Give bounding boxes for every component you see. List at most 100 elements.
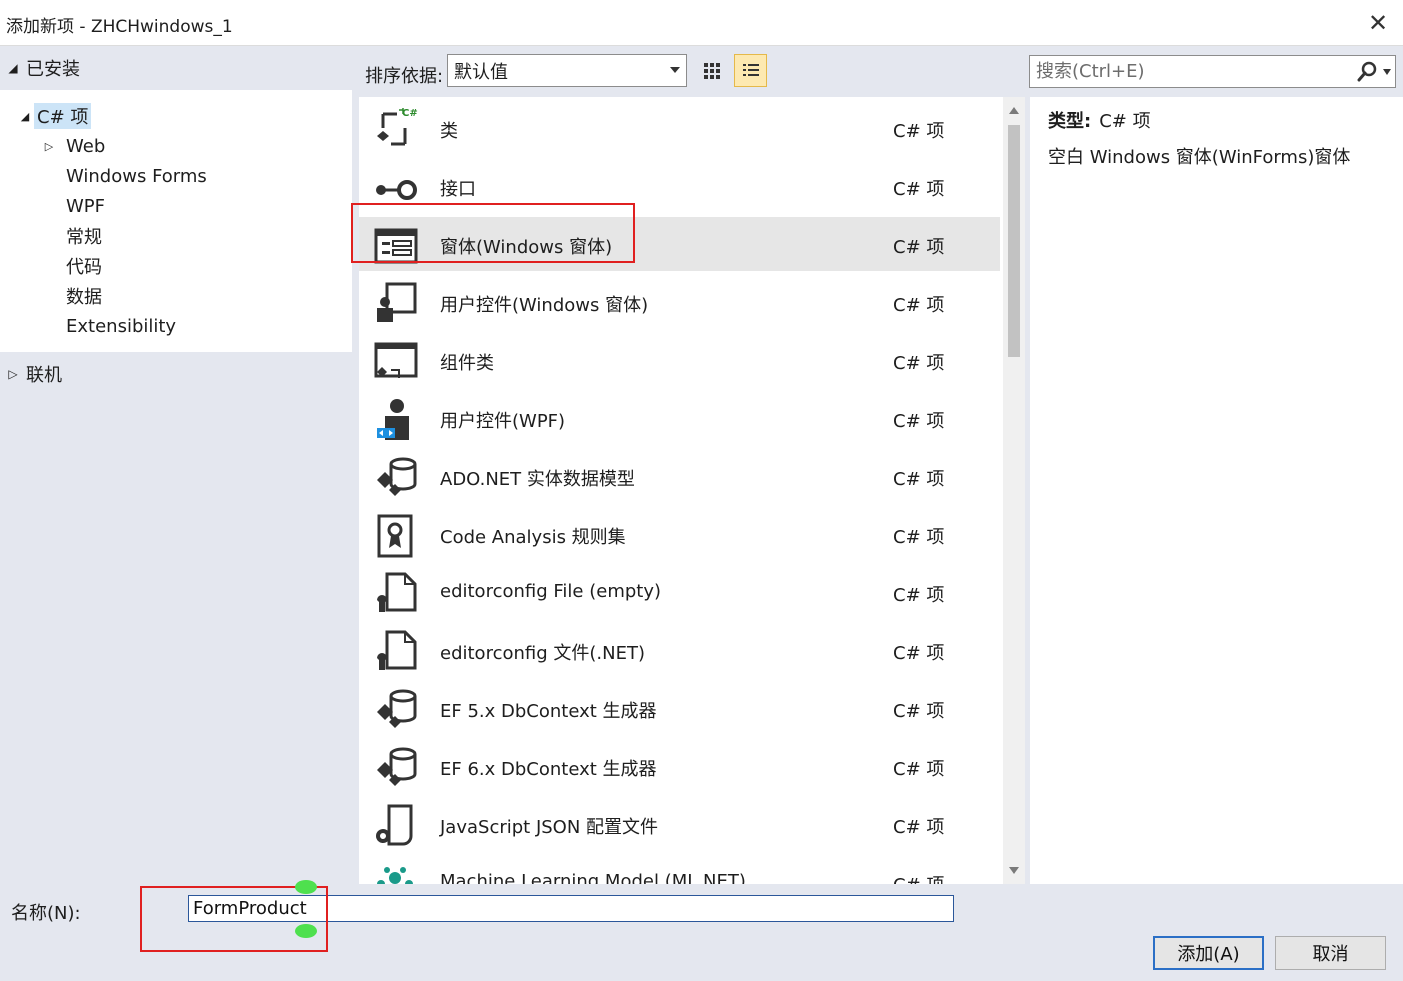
tree-item-wpf[interactable]: WPF — [66, 192, 105, 220]
template-type: C# 项 — [893, 179, 945, 200]
grid-view-icon — [703, 62, 720, 79]
tree-item-label: Web — [66, 135, 106, 157]
tree-item-label: 代码 — [66, 257, 102, 278]
component-class-icon — [374, 342, 418, 378]
collapsed-arrow-icon[interactable]: ▷ — [40, 140, 58, 153]
tree-item-label: C# 项 — [34, 103, 92, 129]
small-icons-view-button[interactable] — [695, 54, 728, 87]
template-name: 类 — [440, 121, 458, 142]
list-item[interactable]: 用户控件(WPF) C# 项 — [359, 391, 1000, 445]
selection-handle-bottom — [295, 924, 317, 938]
search-input[interactable] — [1030, 61, 1350, 82]
svg-text:C#: C# — [402, 108, 418, 119]
template-name: 用户控件(Windows 窗体) — [440, 295, 649, 316]
list-item[interactable]: Code Analysis 规则集 C# 项 — [359, 507, 1000, 561]
list-item[interactable]: 窗体(Windows 窗体) C# 项 — [359, 217, 1000, 271]
tree-item-label: 常规 — [66, 227, 102, 248]
tree-item-label: Extensibility — [66, 315, 177, 337]
sort-label: 排序依据: — [365, 66, 444, 87]
tree-installed-header[interactable]: ◢ 已安装 — [0, 46, 352, 90]
name-input[interactable] — [188, 895, 954, 922]
template-type: C# 项 — [893, 469, 945, 490]
scroll-up-arrow-icon[interactable] — [1009, 107, 1019, 114]
detail-type-row: 类型: C# 项 — [1048, 107, 1151, 133]
list-item[interactable]: 接口 C# 项 — [359, 159, 1000, 213]
list-item[interactable]: C# 类 C# 项 — [359, 101, 1000, 155]
search-icon[interactable] — [1357, 61, 1377, 83]
list-item[interactable]: editorconfig File (empty) C# 项 — [359, 565, 1000, 619]
template-name: 用户控件(WPF) — [440, 411, 566, 432]
tree-item-csharp[interactable]: ◢ C# 项 — [16, 102, 92, 130]
category-panel: ◢ 已安装 ◢ C# 项 ▷ Web Windows Forms WPF 常规 … — [0, 46, 352, 884]
template-type: C# 项 — [893, 527, 945, 548]
template-name: JavaScript JSON 配置文件 — [440, 817, 659, 838]
tree-item-web[interactable]: ▷ Web — [40, 132, 105, 160]
template-name: EF 5.x DbContext 生成器 — [440, 701, 657, 722]
selection-handle-top — [295, 880, 317, 894]
config-file-icon — [377, 572, 417, 612]
scroll-thumb[interactable] — [1008, 125, 1020, 357]
template-type: C# 项 — [893, 585, 945, 606]
template-name: Code Analysis 规则集 — [440, 527, 626, 548]
data-model-icon — [377, 457, 417, 496]
data-model-icon — [377, 689, 417, 728]
list-view-icon — [742, 63, 759, 76]
tree-item-general[interactable]: 常规 — [66, 222, 102, 250]
config-file-icon — [377, 630, 417, 670]
tree-item-label: WPF — [66, 195, 106, 217]
template-type: C# 项 — [893, 701, 945, 722]
template-type: C# 项 — [893, 237, 945, 258]
template-type: C# 项 — [893, 411, 945, 432]
chevron-down-icon[interactable] — [670, 67, 680, 73]
tree-online-header[interactable]: ▷ 联机 — [0, 352, 352, 396]
template-type: C# 项 — [893, 353, 945, 374]
tree-item-windows-forms[interactable]: Windows Forms — [66, 162, 207, 190]
template-name: Machine Learning Model (ML.NET) — [440, 871, 746, 884]
class-icon: C# — [377, 108, 418, 146]
expanded-arrow-icon[interactable]: ◢ — [0, 61, 26, 75]
tree-item-data[interactable]: 数据 — [66, 282, 102, 310]
template-type: C# 项 — [893, 121, 945, 142]
wpf-user-control-icon — [377, 399, 409, 440]
add-button[interactable]: 添加(A) — [1153, 936, 1264, 970]
list-item[interactable]: 用户控件(Windows 窗体) C# 项 — [359, 275, 1000, 329]
name-label: 名称(N): — [11, 903, 81, 924]
list-item[interactable]: JavaScript JSON 配置文件 C# 项 — [359, 797, 1000, 851]
template-type: C# 项 — [893, 817, 945, 838]
cancel-button[interactable]: 取消 — [1275, 936, 1386, 970]
tree-item-label: 数据 — [66, 287, 102, 308]
list-item[interactable]: ADO.NET 实体数据模型 C# 项 — [359, 449, 1000, 503]
list-view-button[interactable] — [734, 54, 767, 87]
search-box[interactable] — [1029, 55, 1396, 88]
tree-item-label: Windows Forms — [66, 165, 207, 187]
list-item[interactable]: 组件类 C# 项 — [359, 333, 1000, 387]
list-item[interactable]: Machine Learning Model (ML.NET) C# 项 — [359, 855, 1000, 884]
sort-dropdown[interactable]: 默认值 — [447, 54, 687, 87]
template-list-scrollbar[interactable] — [1003, 97, 1025, 884]
tree-installed-label: 已安装 — [26, 59, 80, 80]
template-type: C# 项 — [893, 871, 944, 884]
details-panel: 类型: C# 项 空白 Windows 窗体(WinForms)窗体 — [1030, 97, 1403, 884]
ml-model-icon — [377, 867, 413, 884]
detail-type-label: 类型: — [1048, 111, 1092, 132]
data-model-icon — [377, 747, 417, 786]
expanded-arrow-icon[interactable]: ◢ — [16, 110, 34, 123]
template-name: 窗体(Windows 窗体) — [440, 237, 613, 258]
template-name: 组件类 — [440, 353, 494, 374]
template-name: editorconfig 文件(.NET) — [440, 643, 645, 664]
list-item[interactable]: EF 5.x DbContext 生成器 C# 项 — [359, 681, 1000, 735]
collapsed-arrow-icon[interactable]: ▷ — [0, 367, 26, 381]
title-bar: 添加新项 - ZHCHwindows_1 ✕ — [0, 0, 1403, 46]
sort-value: 默认值 — [454, 61, 508, 83]
detail-description: 空白 Windows 窗体(WinForms)窗体 — [1048, 147, 1351, 168]
tree-item-code[interactable]: 代码 — [66, 252, 102, 280]
search-options-chevron-icon[interactable] — [1383, 69, 1391, 75]
list-item[interactable]: editorconfig 文件(.NET) C# 项 — [359, 623, 1000, 677]
ruleset-icon — [377, 514, 413, 558]
close-icon[interactable]: ✕ — [1363, 8, 1393, 38]
template-name: 接口 — [440, 179, 476, 200]
tree-item-extensibility[interactable]: Extensibility — [66, 312, 176, 340]
scroll-down-arrow-icon[interactable] — [1009, 867, 1019, 874]
detail-type-value: C# 项 — [1099, 111, 1151, 132]
list-item[interactable]: EF 6.x DbContext 生成器 C# 项 — [359, 739, 1000, 793]
